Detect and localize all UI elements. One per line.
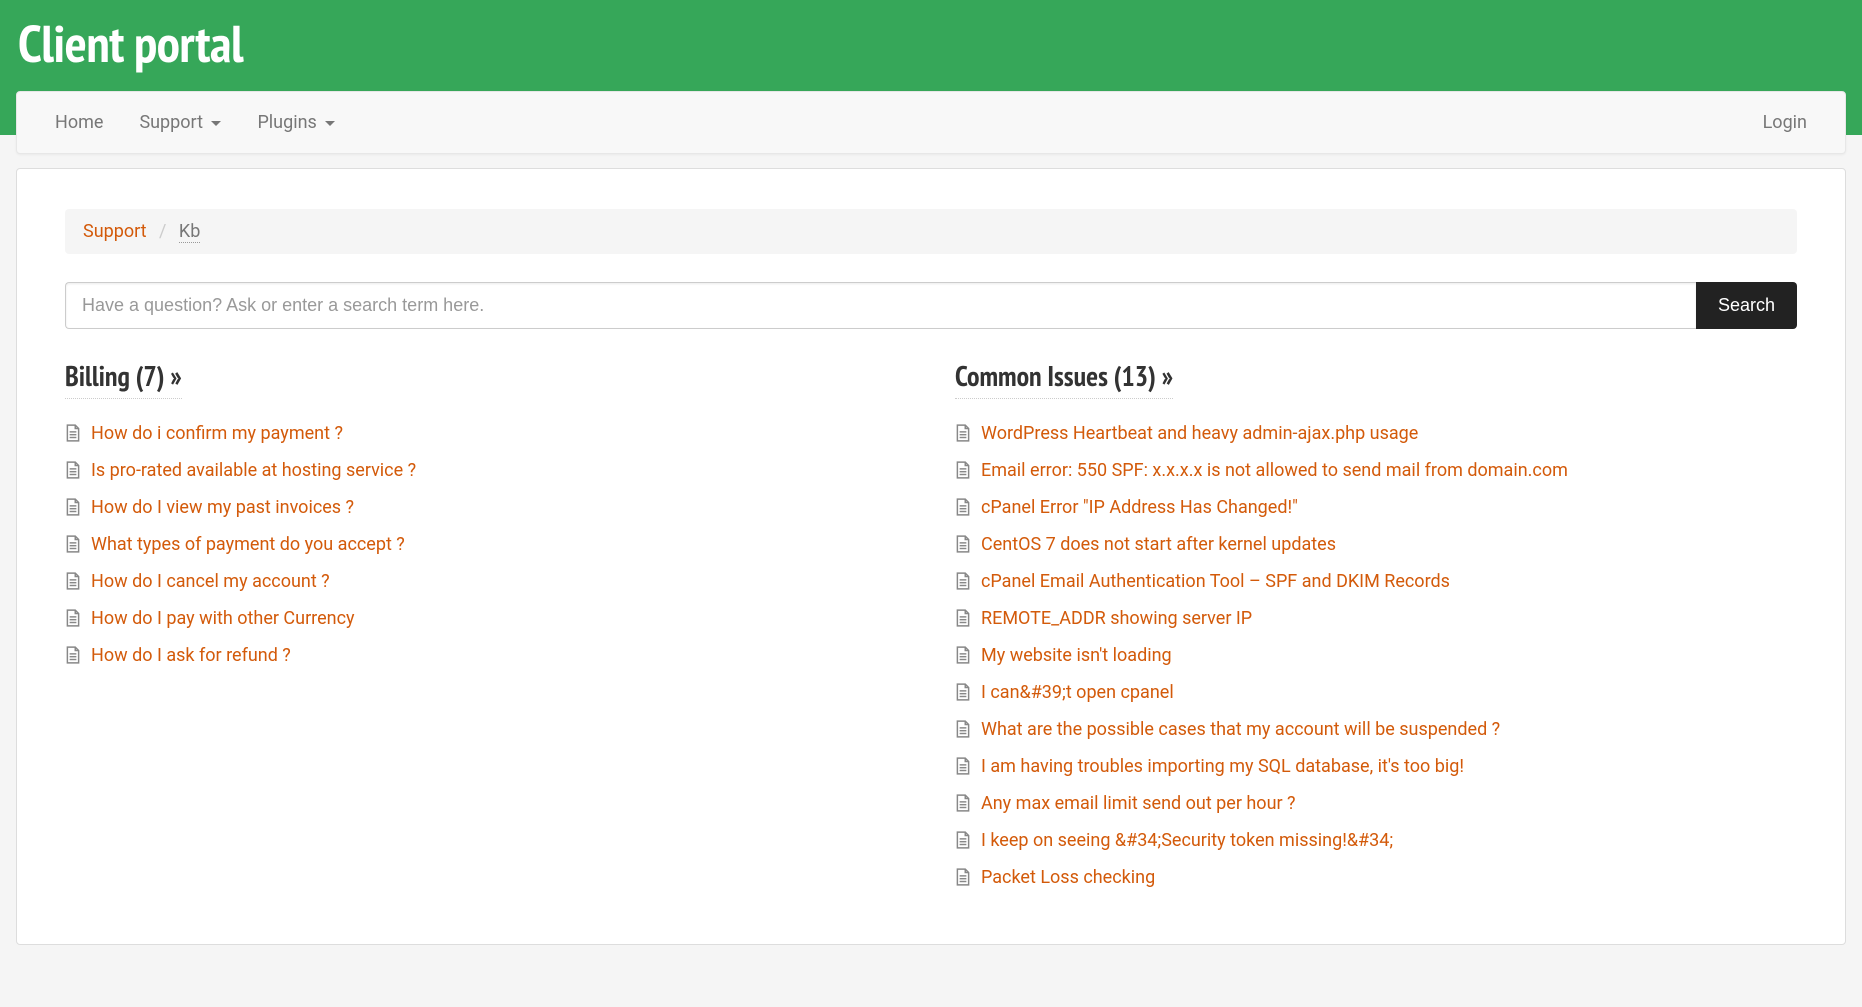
article-link[interactable]: My website isn't loading bbox=[981, 642, 1172, 669]
list-item: WordPress Heartbeat and heavy admin-ajax… bbox=[955, 415, 1797, 452]
article-link[interactable]: What are the possible cases that my acco… bbox=[981, 716, 1500, 743]
category-title[interactable]: Common Issues (13) » bbox=[955, 357, 1173, 399]
list-item: My website isn't loading bbox=[955, 637, 1797, 674]
document-icon bbox=[955, 605, 971, 631]
list-item: How do I ask for refund ? bbox=[65, 637, 907, 674]
list-item: Packet Loss checking bbox=[955, 859, 1797, 896]
nav-item-label: Support bbox=[139, 112, 203, 133]
nav-item-label: Home bbox=[55, 112, 103, 133]
article-list: WordPress Heartbeat and heavy admin-ajax… bbox=[955, 415, 1797, 896]
document-icon bbox=[65, 568, 81, 594]
list-item: How do i confirm my payment ? bbox=[65, 415, 907, 452]
document-icon bbox=[65, 494, 81, 520]
document-icon bbox=[955, 790, 971, 816]
article-link[interactable]: WordPress Heartbeat and heavy admin-ajax… bbox=[981, 420, 1418, 447]
document-icon bbox=[955, 827, 971, 853]
article-link[interactable]: Packet Loss checking bbox=[981, 864, 1155, 891]
document-icon bbox=[955, 716, 971, 742]
article-list: How do i confirm my payment ? Is pro-rate… bbox=[65, 415, 907, 674]
nav-item-label: Login bbox=[1763, 112, 1807, 133]
list-item: How do I cancel my account ? bbox=[65, 563, 907, 600]
list-item: REMOTE_ADDR showing server IP bbox=[955, 600, 1797, 637]
category-column: Billing (7) » How do i confirm my payment… bbox=[65, 357, 907, 896]
breadcrumb-separator: / bbox=[151, 221, 174, 242]
article-link[interactable]: I can&#39;t open cpanel bbox=[981, 679, 1174, 706]
document-icon bbox=[955, 494, 971, 520]
breadcrumb: Support / Kb bbox=[65, 209, 1797, 254]
article-link[interactable]: I am having troubles importing my SQL da… bbox=[981, 753, 1464, 780]
site-title: Client portal bbox=[0, 0, 1862, 85]
article-link[interactable]: How do I cancel my account ? bbox=[91, 568, 330, 595]
navbar: Home Support Plugins Login bbox=[16, 91, 1846, 154]
nav-item-support[interactable]: Support bbox=[121, 92, 239, 153]
nav-item-login[interactable]: Login bbox=[1745, 92, 1825, 153]
article-link[interactable]: I keep on seeing &#34;Security token mis… bbox=[981, 827, 1393, 854]
document-icon bbox=[955, 753, 971, 779]
article-link[interactable]: Any max email limit send out per hour ? bbox=[981, 790, 1296, 817]
list-item: I am having troubles importing my SQL da… bbox=[955, 748, 1797, 785]
article-link[interactable]: cPanel Error "IP Address Has Changed!" bbox=[981, 494, 1298, 521]
document-icon bbox=[65, 605, 81, 631]
document-icon bbox=[65, 457, 81, 483]
category-columns: Billing (7) » How do i confirm my payment… bbox=[65, 357, 1797, 896]
nav-item-label: Plugins bbox=[257, 112, 316, 133]
nav-right: Login bbox=[1745, 92, 1825, 153]
document-icon bbox=[955, 568, 971, 594]
category-title[interactable]: Billing (7) » bbox=[65, 357, 182, 399]
list-item: How do I pay with other Currency bbox=[65, 600, 907, 637]
article-link[interactable]: How do I pay with other Currency bbox=[91, 605, 355, 632]
article-link[interactable]: How do i confirm my payment ? bbox=[91, 420, 343, 447]
document-icon bbox=[955, 457, 971, 483]
breadcrumb-link-support[interactable]: Support bbox=[83, 221, 147, 242]
article-link[interactable]: REMOTE_ADDR showing server IP bbox=[981, 605, 1252, 632]
list-item: What types of payment do you accept ? bbox=[65, 526, 907, 563]
list-item: Email error: 550 SPF: x.x.x.x is not all… bbox=[955, 452, 1797, 489]
category-column: Common Issues (13) » WordPress Heartbeat … bbox=[955, 357, 1797, 896]
list-item: CentOS 7 does not start after kernel upd… bbox=[955, 526, 1797, 563]
search-row: Search bbox=[65, 282, 1797, 329]
list-item: cPanel Error "IP Address Has Changed!" bbox=[955, 489, 1797, 526]
nav-item-home[interactable]: Home bbox=[37, 92, 121, 153]
list-item: Any max email limit send out per hour ? bbox=[955, 785, 1797, 822]
article-link[interactable]: Is pro-rated available at hosting servic… bbox=[91, 457, 416, 484]
search-button[interactable]: Search bbox=[1696, 282, 1797, 329]
main-panel: Support / Kb Search Billing (7) » How do … bbox=[16, 168, 1846, 945]
document-icon bbox=[65, 420, 81, 446]
search-input[interactable] bbox=[65, 282, 1696, 329]
document-icon bbox=[65, 642, 81, 668]
article-link[interactable]: cPanel Email Authentication Tool – SPF a… bbox=[981, 568, 1450, 595]
article-link[interactable]: CentOS 7 does not start after kernel upd… bbox=[981, 531, 1336, 558]
document-icon bbox=[955, 420, 971, 446]
list-item: cPanel Email Authentication Tool – SPF a… bbox=[955, 563, 1797, 600]
list-item: I keep on seeing &#34;Security token mis… bbox=[955, 822, 1797, 859]
document-icon bbox=[955, 679, 971, 705]
caret-down-icon bbox=[211, 121, 221, 126]
document-icon bbox=[65, 531, 81, 557]
article-link[interactable]: How do I view my past invoices ? bbox=[91, 494, 354, 521]
nav-item-plugins[interactable]: Plugins bbox=[239, 92, 353, 153]
list-item: What are the possible cases that my acco… bbox=[955, 711, 1797, 748]
list-item: Is pro-rated available at hosting servic… bbox=[65, 452, 907, 489]
list-item: I can&#39;t open cpanel bbox=[955, 674, 1797, 711]
article-link[interactable]: How do I ask for refund ? bbox=[91, 642, 291, 669]
article-link[interactable]: What types of payment do you accept ? bbox=[91, 531, 405, 558]
document-icon bbox=[955, 531, 971, 557]
article-link[interactable]: Email error: 550 SPF: x.x.x.x is not all… bbox=[981, 457, 1568, 484]
caret-down-icon bbox=[325, 121, 335, 126]
nav-left: Home Support Plugins bbox=[37, 92, 353, 153]
document-icon bbox=[955, 864, 971, 890]
list-item: How do I view my past invoices ? bbox=[65, 489, 907, 526]
document-icon bbox=[955, 642, 971, 668]
breadcrumb-active: Kb bbox=[179, 221, 200, 243]
